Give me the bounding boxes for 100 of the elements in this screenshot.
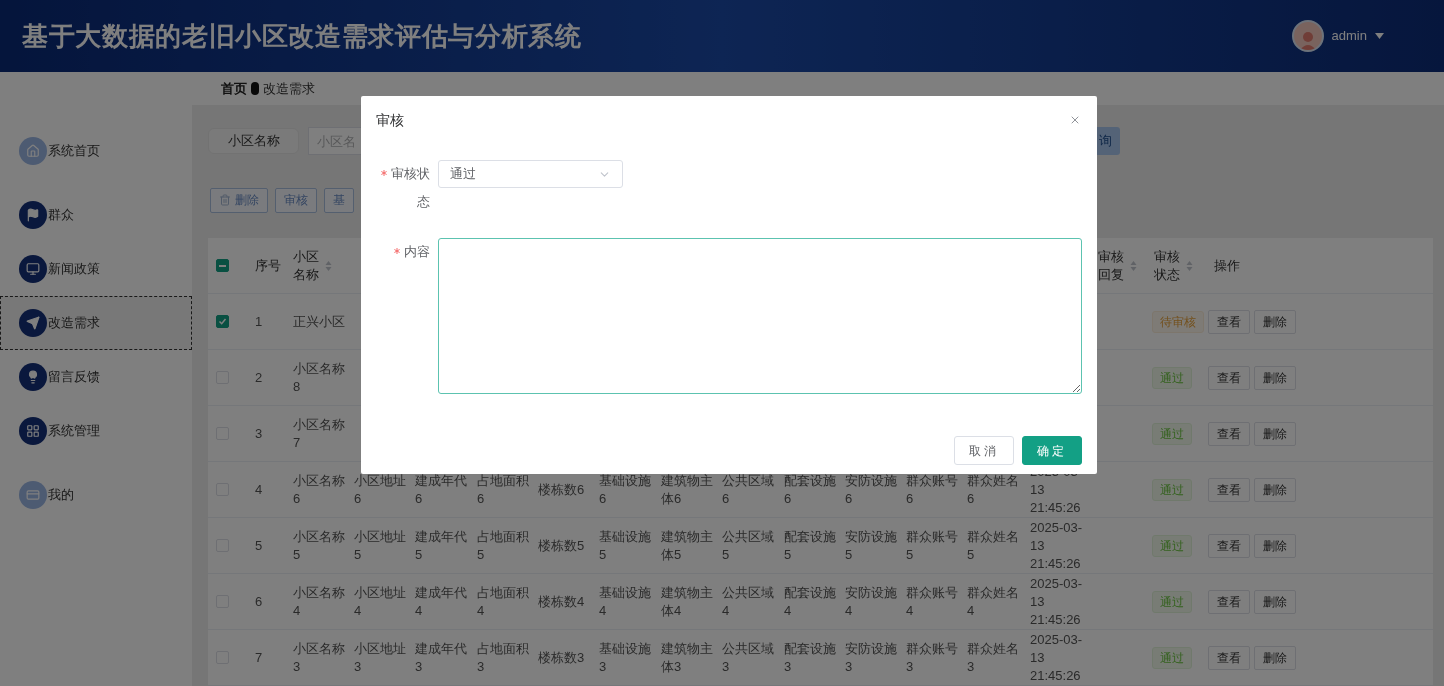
content-field[interactable]: [438, 238, 1082, 394]
sidebar-item[interactable]: 群众: [0, 188, 192, 242]
table-cell: 建筑物主体4: [661, 584, 713, 618]
row-number: 7: [255, 649, 263, 665]
table-cell: 建筑物主体3: [661, 640, 713, 674]
sidebar-label: 留言反馈: [48, 368, 100, 387]
sidebar-label: 改造需求: [48, 314, 100, 333]
table-cell: 公共区域5: [722, 528, 774, 562]
table-cell: 公共区域6: [722, 472, 774, 506]
table-cell: 小区地址4: [354, 584, 406, 618]
view-button[interactable]: 查看: [1208, 421, 1250, 446]
status-tag: 通过: [1152, 590, 1192, 613]
sidebar-label: 系统管理: [48, 422, 100, 441]
table-cell: 2025-03-13 21:45:26: [1030, 631, 1083, 683]
delete-button[interactable]: 删除: [210, 187, 268, 213]
table-cell: 占地面积5: [477, 528, 529, 562]
search-label: 小区名称: [208, 128, 299, 154]
view-button[interactable]: 查看: [1208, 309, 1250, 334]
sidebar-item[interactable]: 留言反馈: [0, 350, 192, 404]
user-name[interactable]: admin: [1331, 26, 1367, 46]
status-tag: 通过: [1152, 534, 1192, 557]
status-tag: 通过: [1152, 366, 1192, 389]
toolbar-button[interactable]: 基: [324, 187, 354, 213]
dialog-title: 审核: [376, 110, 404, 130]
status-tag: 待审核: [1152, 310, 1204, 333]
table-cell: 正兴小区: [293, 313, 345, 329]
table-cell: 2025-03-13 21:45:26: [1030, 575, 1083, 627]
sort-icon[interactable]: [1186, 259, 1193, 272]
table-cell: 群众姓名3: [967, 640, 1019, 674]
column-header: 小区名称: [293, 247, 320, 284]
breadcrumb-item[interactable]: 首页: [221, 78, 247, 99]
column-header: 序号: [255, 256, 282, 275]
delete-button[interactable]: 删除: [1254, 589, 1296, 614]
checkbox[interactable]: [216, 315, 229, 328]
table-cell: 建筑物主体5: [661, 528, 713, 562]
home-icon: [19, 137, 47, 165]
column-header: 审核状态: [1154, 247, 1181, 284]
status-select[interactable]: 通过: [438, 160, 623, 188]
breadcrumb-item[interactable]: 改造需求: [263, 78, 315, 99]
avatar[interactable]: [1291, 20, 1324, 52]
view-button[interactable]: 查看: [1208, 477, 1250, 502]
table-cell: 基础设施3: [599, 640, 651, 674]
column-header: 操作: [1214, 256, 1241, 275]
sidebar-label: 系统首页: [48, 142, 100, 161]
caret-icon[interactable]: [1375, 33, 1384, 39]
table-cell: 小区地址3: [354, 640, 406, 674]
view-button[interactable]: 查看: [1208, 589, 1250, 614]
flag-icon: [19, 201, 47, 229]
table-cell: 安防设施3: [845, 640, 897, 674]
table-cell: 群众账号6: [906, 472, 958, 506]
table-cell: 小区名称3: [293, 640, 345, 674]
delete-button[interactable]: 删除: [1254, 477, 1296, 502]
table-cell: 小区地址6: [354, 472, 406, 506]
table-cell: 小区名称5: [293, 528, 345, 562]
table-cell: 建成年代4: [415, 584, 467, 618]
sidebar-item[interactable]: 改造需求: [0, 296, 192, 350]
table-cell: 群众账号4: [906, 584, 958, 618]
table-cell: 小区名称7: [293, 416, 345, 450]
close-icon[interactable]: [1069, 114, 1081, 126]
row-number: 1: [255, 313, 263, 329]
view-button[interactable]: 查看: [1208, 533, 1250, 558]
table-cell: 建筑物主体6: [661, 472, 713, 506]
delete-button[interactable]: 删除: [1254, 645, 1296, 670]
sort-icon[interactable]: [325, 259, 332, 272]
sidebar-item[interactable]: 新闻政策: [0, 242, 192, 296]
table-cell: 楼栋数5: [538, 537, 585, 553]
table-cell: 群众姓名5: [967, 528, 1019, 562]
view-button[interactable]: 查看: [1208, 365, 1250, 390]
table-cell: 安防设施5: [845, 528, 897, 562]
sidebar-item[interactable]: 系统管理: [0, 404, 192, 458]
row-number: 6: [255, 593, 263, 609]
view-button[interactable]: 查看: [1208, 645, 1250, 670]
toolbar-button[interactable]: 审核: [275, 187, 317, 213]
checkbox[interactable]: [216, 259, 229, 272]
delete-button[interactable]: 删除: [1254, 309, 1296, 334]
monitor-icon: [19, 255, 47, 283]
sort-icon[interactable]: [1130, 259, 1137, 272]
table-cell: 2025-03-13 21:45:26: [1030, 519, 1083, 571]
send-icon: [19, 309, 47, 337]
sidebar-item[interactable]: 我的: [0, 468, 192, 522]
field-label: 内容: [378, 238, 430, 266]
table-cell: 配套设施4: [784, 584, 836, 618]
sidebar-item[interactable]: 系统首页: [0, 124, 192, 178]
delete-button[interactable]: 删除: [1254, 421, 1296, 446]
table-cell: 配套设施6: [784, 472, 836, 506]
lightbulb-icon: [19, 363, 47, 391]
row-number: 3: [255, 425, 263, 441]
delete-button[interactable]: 删除: [1254, 365, 1296, 390]
table-cell: 小区名称4: [293, 584, 345, 618]
table-cell: 基础设施4: [599, 584, 651, 618]
table-cell: 公共区域4: [722, 584, 774, 618]
table-cell: 小区地址5: [354, 528, 406, 562]
confirm-button[interactable]: 确定: [1022, 436, 1082, 465]
delete-button[interactable]: 删除: [1254, 533, 1296, 558]
table-cell: 占地面积4: [477, 584, 529, 618]
sidebar-label: 新闻政策: [48, 260, 100, 279]
table-cell: 楼栋数4: [538, 593, 585, 609]
app-title: 基于大数据的老旧小区改造需求评估与分析系统: [22, 19, 582, 53]
cancel-button[interactable]: 取消: [954, 436, 1014, 465]
card-icon: [19, 481, 47, 509]
